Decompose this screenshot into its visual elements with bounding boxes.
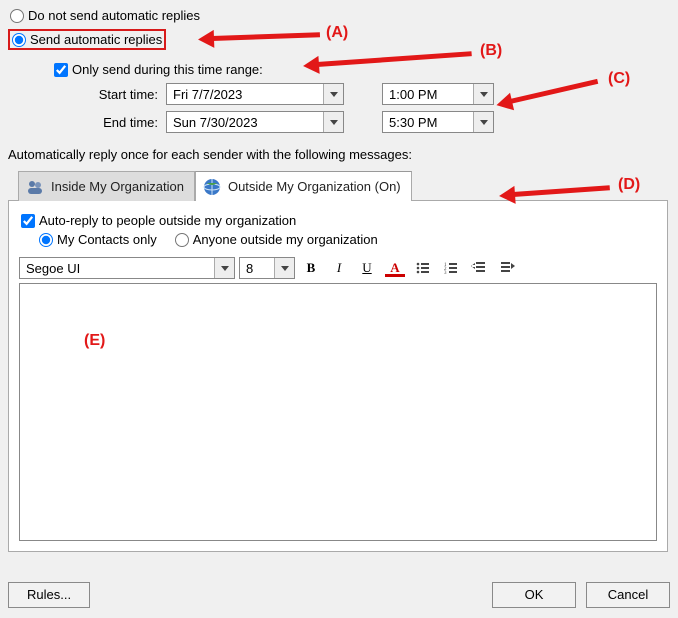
chevron-down-icon[interactable] — [473, 112, 493, 132]
send-auto-row[interactable]: Send automatic replies — [8, 29, 166, 50]
start-date-combo[interactable]: Fri 7/7/2023 — [166, 83, 344, 105]
auto-reply-outside-row[interactable]: Auto-reply to people outside my organiza… — [19, 213, 657, 228]
font-combo[interactable]: Segoe UI — [19, 257, 235, 279]
contacts-only-radio[interactable] — [39, 233, 53, 247]
annotation-d: (D) — [618, 176, 640, 194]
chevron-down-icon[interactable] — [274, 258, 294, 278]
tabs: Inside My Organization Outside My Organi… — [18, 170, 670, 200]
only-send-row[interactable]: Only send during this time range: — [52, 62, 670, 77]
number-list-button[interactable]: 123 — [439, 257, 463, 279]
send-auto-radio[interactable] — [12, 33, 26, 47]
do-not-send-label: Do not send automatic replies — [28, 8, 200, 23]
chevron-down-icon[interactable] — [323, 112, 343, 132]
do-not-send-row[interactable]: Do not send automatic replies — [8, 8, 670, 23]
send-auto-label: Send automatic replies — [30, 32, 162, 47]
end-date-value: Sun 7/30/2023 — [167, 115, 323, 130]
chevron-down-icon[interactable] — [323, 84, 343, 104]
end-time-combo[interactable]: 5:30 PM — [382, 111, 494, 133]
end-time-value: 5:30 PM — [383, 115, 473, 130]
globe-icon — [202, 177, 222, 197]
outside-panel: Auto-reply to people outside my organiza… — [8, 200, 668, 552]
anyone-label: Anyone outside my organization — [193, 232, 378, 247]
size-combo[interactable]: 8 — [239, 257, 295, 279]
end-time-label: End time: — [68, 115, 158, 130]
italic-button[interactable]: I — [327, 257, 351, 279]
auto-reply-outside-checkbox[interactable] — [21, 214, 35, 228]
chevron-down-icon[interactable] — [214, 258, 234, 278]
annotation-a: (A) — [326, 24, 348, 42]
outdent-button[interactable] — [467, 257, 491, 279]
contacts-only-option[interactable]: My Contacts only — [37, 232, 157, 247]
svg-text:3: 3 — [444, 271, 447, 276]
do-not-send-radio[interactable] — [10, 9, 24, 23]
bold-button[interactable]: B — [299, 257, 323, 279]
cancel-button[interactable]: Cancel — [586, 582, 670, 608]
annotation-e: (E) — [84, 332, 105, 350]
outside-scope-row: My Contacts only Anyone outside my organ… — [37, 232, 657, 247]
arrow-a — [212, 32, 320, 41]
font-value: Segoe UI — [20, 261, 214, 276]
anyone-radio[interactable] — [175, 233, 189, 247]
bullet-list-button[interactable] — [411, 257, 435, 279]
end-date-combo[interactable]: Sun 7/30/2023 — [166, 111, 344, 133]
underline-button[interactable]: U — [355, 257, 379, 279]
bottom-bar: Rules... OK Cancel — [8, 582, 670, 608]
message-editor[interactable]: (E) — [19, 283, 657, 541]
indent-button[interactable] — [495, 257, 519, 279]
rules-button[interactable]: Rules... — [8, 582, 90, 608]
instruction-text: Automatically reply once for each sender… — [8, 147, 670, 162]
start-time-label: Start time: — [68, 87, 158, 102]
chevron-down-icon[interactable] — [473, 84, 493, 104]
end-time-row: End time: Sun 7/30/2023 5:30 PM — [68, 111, 670, 133]
start-time-combo[interactable]: 1:00 PM — [382, 83, 494, 105]
size-value: 8 — [240, 261, 274, 276]
font-color-button[interactable]: A — [383, 257, 407, 279]
start-date-value: Fri 7/7/2023 — [167, 87, 323, 102]
start-time-value: 1:00 PM — [383, 87, 473, 102]
tab-outside[interactable]: Outside My Organization (On) — [195, 171, 412, 201]
tab-inside[interactable]: Inside My Organization — [18, 171, 195, 201]
anyone-option[interactable]: Anyone outside my organization — [173, 232, 378, 247]
auto-reply-outside-label: Auto-reply to people outside my organiza… — [39, 213, 296, 228]
format-toolbar: Segoe UI 8 B I U A 123 — [19, 257, 657, 279]
annotation-b: (B) — [480, 42, 502, 60]
annotation-c: (C) — [608, 70, 630, 88]
only-send-label: Only send during this time range: — [72, 62, 263, 77]
people-icon — [25, 177, 45, 197]
only-send-checkbox[interactable] — [54, 63, 68, 77]
ok-button[interactable]: OK — [492, 582, 576, 608]
tab-inside-label: Inside My Organization — [51, 179, 184, 194]
contacts-only-label: My Contacts only — [57, 232, 157, 247]
tab-outside-label: Outside My Organization (On) — [228, 179, 401, 194]
